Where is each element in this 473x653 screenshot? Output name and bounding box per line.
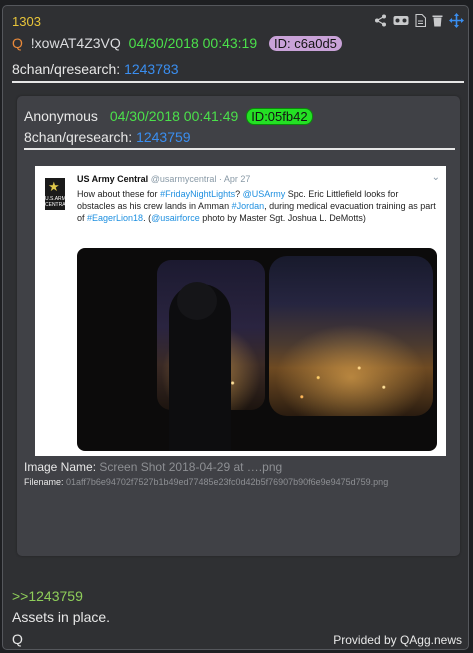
quoted-id-badge[interactable]: ID:05fb42 [246,108,313,125]
tripcode: !xowAT4Z3VQ [30,35,121,51]
id-badge[interactable]: ID: c6a0d5 [269,36,342,51]
board-post-link[interactable]: 1243783 [124,61,179,77]
message-line: Assets in place. [12,609,111,625]
filename-label: Filename: [24,477,64,487]
divider [12,81,464,83]
tweet-header: US Army Central @usarmycentral · Apr 27 [77,174,250,184]
q-marker: Q [12,35,23,51]
share-icon[interactable] [374,14,387,30]
tweet-author: US Army Central [77,174,149,184]
trash-icon[interactable] [432,14,443,30]
vr-goggles-icon[interactable] [393,15,409,29]
soldier-helmet [177,282,217,320]
post-date: 04/30/2018 00:43:19 [128,35,258,51]
board-line: 8chan/qresearch: 1243783 [12,61,179,77]
quoted-post: Anonymous 04/30/2018 00:41:49 ID:05fb42 … [17,96,460,556]
quoted-board-name: 8chan/qresearch: [24,129,133,145]
message-signature: Q [12,631,23,647]
reply-reference-link[interactable]: >>1243759 [12,588,83,604]
army-logo-text: U.S.ARMY CENTRAL [45,196,70,208]
chevron-down-icon: ⌄ [431,172,440,183]
quoted-board-link[interactable]: 1243759 [136,129,191,145]
tweet-photo [77,248,437,451]
star-icon: ★ [48,179,60,194]
post-card: 1303 Q !xowAT4Z3VQ 04/30/2018 00:43:19 I… [2,5,469,650]
move-icon[interactable] [449,13,464,31]
image-name-line: Image Name: Screen Shot 2018-04-29 at ….… [24,460,282,474]
quoted-board-line: 8chan/qresearch: 1243759 [24,129,191,145]
image-name-value: Screen Shot 2018-04-29 at ….png [99,460,283,474]
quoted-author: Anonymous [24,108,98,124]
credit-text: Provided by QAgg.news [333,633,462,647]
quoted-divider [24,148,455,150]
army-logo: ★ U.S.ARMY CENTRAL [45,178,70,210]
post-number[interactable]: 1303 [12,14,41,29]
tweet-screenshot[interactable]: ★ U.S.ARMY CENTRAL US Army Central @usar… [35,166,446,456]
filename-value: 01aff7b6e94702f7527b1b49ed77485e23fc0d42… [66,477,389,487]
image-name-label: Image Name: [24,460,97,474]
document-icon[interactable] [415,13,427,30]
post-toolbar [374,13,464,31]
helicopter-window-right [269,256,433,416]
board-name: 8chan/qresearch: [12,61,121,77]
quoted-date: 04/30/2018 00:41:49 [109,108,239,124]
tweet-handle: @usarmycentral · Apr 27 [150,174,251,184]
quoted-header: Anonymous 04/30/2018 00:41:49 ID:05fb42 [24,108,313,125]
filename-line: Filename: 01aff7b6e94702f7527b1b49ed7748… [24,477,388,487]
tweet-text: How about these for #FridayNightLights? … [77,189,436,223]
post-header: Q !xowAT4Z3VQ 04/30/2018 00:43:19 ID: c6… [12,35,342,51]
